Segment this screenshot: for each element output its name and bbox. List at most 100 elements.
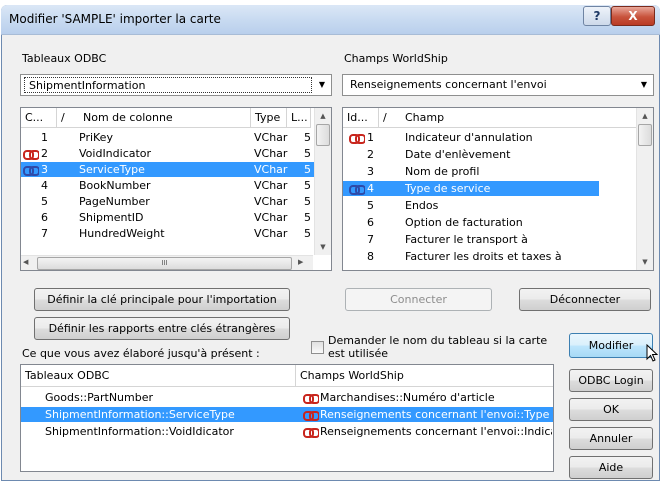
list-item[interactable]: 7 HundredWeight VChar 5: [21, 226, 315, 241]
field-id: 1: [367, 131, 374, 144]
worldship-fields-vscroll[interactable]: ▲ ▼: [636, 108, 653, 270]
list-item[interactable]: 3 Nom de profil: [343, 164, 599, 179]
column-header-type[interactable]: Type: [251, 108, 287, 128]
column-name: ServiceType: [79, 163, 145, 176]
mapping-row[interactable]: Goods::PartNumber Marchandises::Numéro d'…: [21, 390, 553, 405]
close-button[interactable]: X: [611, 6, 655, 26]
list-item[interactable]: 1 Indicateur d'annulation: [343, 130, 599, 145]
scroll-down-icon[interactable]: ▼: [637, 254, 653, 270]
column-type: VChar: [254, 147, 288, 160]
column-header-sort[interactable]: /: [57, 108, 79, 128]
column-length: 5: [304, 131, 311, 144]
disconnect-button[interactable]: Déconnecter: [519, 288, 651, 311]
mapping-worldship-field: Marchandises::Numéro d'article: [320, 391, 495, 404]
link-icon: [303, 411, 319, 421]
define-primary-key-button[interactable]: Définir la clé principale pour l'importa…: [34, 288, 290, 311]
help-button[interactable]: Aide: [569, 456, 653, 479]
list-item[interactable]: 4 BookNumber VChar 5: [21, 178, 315, 193]
column-number: 1: [41, 131, 48, 144]
odbc-columns-hscroll[interactable]: ◀ III ▶: [21, 255, 313, 270]
column-name: BookNumber: [79, 179, 151, 192]
mapping-odbc-column: ShipmentInformation::ServiceType: [45, 408, 235, 421]
list-item[interactable]: 2 Date d'enlèvement: [343, 147, 599, 162]
field-name: Type de service: [405, 182, 491, 195]
column-type: VChar: [254, 211, 288, 224]
help-title-button[interactable]: ?: [583, 6, 611, 26]
link-icon: [303, 428, 319, 438]
define-foreign-keys-button[interactable]: Définir les rapports entre clés étrangèr…: [34, 317, 290, 340]
column-header-field[interactable]: Champ: [401, 108, 637, 128]
odbc-table-select-value: ShipmentInformation: [24, 77, 312, 93]
list-item[interactable]: 7 Facturer le transport à: [343, 232, 599, 247]
odbc-columns-vscroll[interactable]: ▲ ▼: [314, 108, 331, 255]
list-item[interactable]: 5 PageNumber VChar 5: [21, 194, 315, 209]
list-item[interactable]: 6 Option de facturation: [343, 215, 599, 230]
link-icon: [23, 150, 39, 160]
column-number: 6: [41, 211, 48, 224]
field-name: Facturer les droits et taxes à: [405, 250, 562, 263]
scroll-down-icon[interactable]: ▼: [315, 239, 331, 255]
column-length: 5: [304, 163, 311, 176]
scroll-thumb[interactable]: [316, 124, 330, 146]
odbc-columns-list[interactable]: C... / Nom de colonne Type L... 1 PriKey V…: [20, 107, 332, 271]
mapping-worldship-field: Renseignements concernant l'envoi::Type …: [320, 408, 552, 421]
summary-header-odbc[interactable]: Tableaux ODBC: [21, 365, 296, 387]
summary-list[interactable]: Tableaux ODBC Champs WorldShip Goods::Pa…: [20, 364, 554, 472]
cancel-button[interactable]: Annuler: [569, 427, 653, 450]
column-length: 5: [304, 195, 311, 208]
scroll-up-icon[interactable]: ▲: [637, 108, 653, 124]
link-icon: [303, 394, 319, 404]
summary-header-worldship[interactable]: Champs WorldShip: [296, 365, 553, 387]
list-item[interactable]: 8 Facturer les droits et taxes à: [343, 249, 599, 264]
scroll-left-icon[interactable]: ◀: [23, 258, 28, 266]
worldship-fields-list[interactable]: Id... / Champ 1 Indicateur d'annulation 2 D…: [342, 107, 654, 271]
ask-table-name-label[interactable]: Demander le nom du tableau si la carte e…: [328, 334, 558, 360]
column-number: 4: [41, 179, 48, 192]
odbc-login-button[interactable]: ODBC Login: [569, 369, 653, 392]
modify-button[interactable]: Modifier: [569, 333, 653, 358]
field-name: Option de facturation: [405, 216, 523, 229]
worldship-field-select[interactable]: Renseignements concernant l'envoi ▼: [342, 74, 654, 96]
mapping-row[interactable]: ShipmentInformation::ServiceType Renseign…: [21, 407, 553, 422]
ok-button[interactable]: OK: [569, 398, 653, 421]
column-length: 5: [304, 147, 311, 160]
help-icon: ?: [593, 9, 601, 23]
list-item[interactable]: 4 Type de service: [343, 181, 599, 196]
ask-table-name-checkbox[interactable]: [311, 341, 324, 354]
field-name: Indicateur d'annulation: [405, 131, 533, 144]
field-id: 3: [367, 165, 374, 178]
column-name: PageNumber: [79, 195, 150, 208]
scroll-thumb[interactable]: [638, 124, 652, 146]
hscroll-thumb[interactable]: III: [37, 257, 292, 270]
column-type: VChar: [254, 227, 288, 240]
odbc-tables-label: Tableaux ODBC: [22, 52, 107, 65]
odbc-table-select[interactable]: ShipmentInformation ▼: [20, 74, 332, 96]
list-item[interactable]: 6 ShipmentID VChar 5: [21, 210, 315, 225]
close-icon: X: [628, 9, 638, 23]
scroll-right-icon[interactable]: ▶: [298, 258, 303, 266]
link-icon: [349, 185, 365, 195]
link-icon-cell: [23, 146, 39, 161]
list-item[interactable]: 3 ServiceType VChar 5: [21, 162, 315, 177]
field-name: Date d'enlèvement: [405, 148, 511, 161]
column-header-num[interactable]: C...: [21, 108, 57, 128]
column-header-sort[interactable]: /: [379, 108, 401, 128]
field-id: 8: [367, 250, 374, 263]
column-header-id[interactable]: Id...: [343, 108, 379, 128]
column-header-name[interactable]: Nom de colonne: [79, 108, 251, 128]
column-number: 3: [41, 163, 48, 176]
mapping-odbc-column: ShipmentInformation::VoidIdicator: [45, 425, 234, 438]
list-item[interactable]: 5 Endos: [343, 198, 599, 213]
column-type: VChar: [254, 131, 288, 144]
mapping-row[interactable]: ShipmentInformation::VoidIdicator Renseig…: [21, 424, 553, 439]
list-item[interactable]: 2 VoidIndicator VChar 5: [21, 146, 315, 161]
field-id: 4: [367, 182, 374, 195]
column-number: 5: [41, 195, 48, 208]
window-title: Modifier 'SAMPLE' importer la carte: [9, 12, 221, 26]
column-header-length[interactable]: L...: [287, 108, 311, 128]
link-icon: [349, 134, 365, 144]
scroll-up-icon[interactable]: ▲: [315, 108, 331, 124]
list-item[interactable]: 1 PriKey VChar 5: [21, 130, 315, 145]
summary-label: Ce que vous avez élaboré jusqu'à présent…: [22, 347, 260, 360]
connect-button[interactable]: Connecter: [345, 288, 492, 311]
